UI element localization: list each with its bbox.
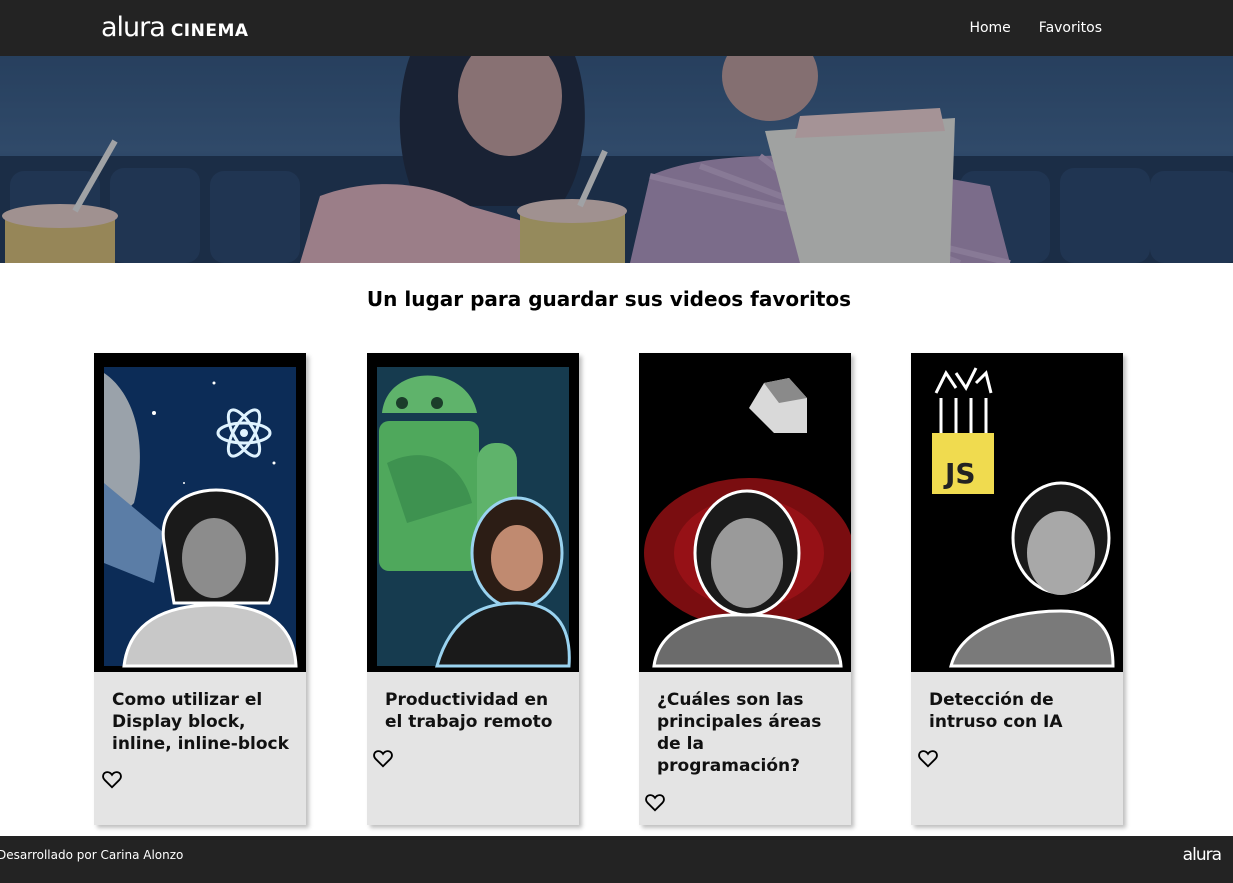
js-badge-text: JS <box>943 457 976 490</box>
video-title: ¿Cuáles son las principales áreas de la … <box>657 690 822 776</box>
logo-word: CINEMA <box>170 21 249 41</box>
thumbnail-js-ai-image: JS <box>921 367 1115 668</box>
video-thumbnail[interactable]: JS <box>911 353 1123 672</box>
page-title: Un lugar para guardar sus videos favorit… <box>366 287 852 311</box>
heart-outline-icon[interactable] <box>644 791 666 813</box>
video-card[interactable]: Productividad en el trabajo remoto <box>367 353 579 825</box>
footer-alura-logo: alura <box>1182 845 1222 865</box>
thumbnail-react-image <box>104 367 298 668</box>
top-header: alura CINEMA Home Favoritos <box>0 0 1233 56</box>
heart-outline-icon[interactable] <box>917 747 939 769</box>
logo-script: alura <box>101 12 166 43</box>
video-card[interactable]: JS Detección de intruso con IA <box>911 353 1123 825</box>
alura-cinema-logo[interactable]: alura CINEMA <box>101 12 249 43</box>
main-nav: Home Favoritos <box>969 20 1102 36</box>
video-title: Detección de intruso con IA <box>929 690 1063 732</box>
thumbnail-programming-areas-image <box>644 367 851 668</box>
video-card[interactable]: Como utilizar el Display block, inline, … <box>94 353 306 825</box>
video-title: Como utilizar el Display block, inline, … <box>112 690 289 754</box>
video-thumbnail[interactable] <box>367 353 579 672</box>
heart-outline-icon[interactable] <box>372 747 394 769</box>
video-thumbnail[interactable] <box>94 353 306 672</box>
footer-credit: Desarrollado por Carina Alonzo <box>0 848 184 862</box>
page-footer: Desarrollado por Carina Alonzo alura <box>0 836 1233 883</box>
heart-outline-icon[interactable] <box>101 768 123 790</box>
thumbnail-android-image <box>377 367 571 668</box>
banner-image <box>0 56 1233 263</box>
nav-home-link[interactable]: Home <box>969 20 1010 36</box>
video-thumbnail[interactable] <box>639 353 851 672</box>
hero-banner <box>0 56 1233 263</box>
nav-favoritos-link[interactable]: Favoritos <box>1039 20 1102 36</box>
video-title: Productividad en el trabajo remoto <box>385 690 553 732</box>
video-card[interactable]: ¿Cuáles son las principales áreas de la … <box>639 353 851 825</box>
